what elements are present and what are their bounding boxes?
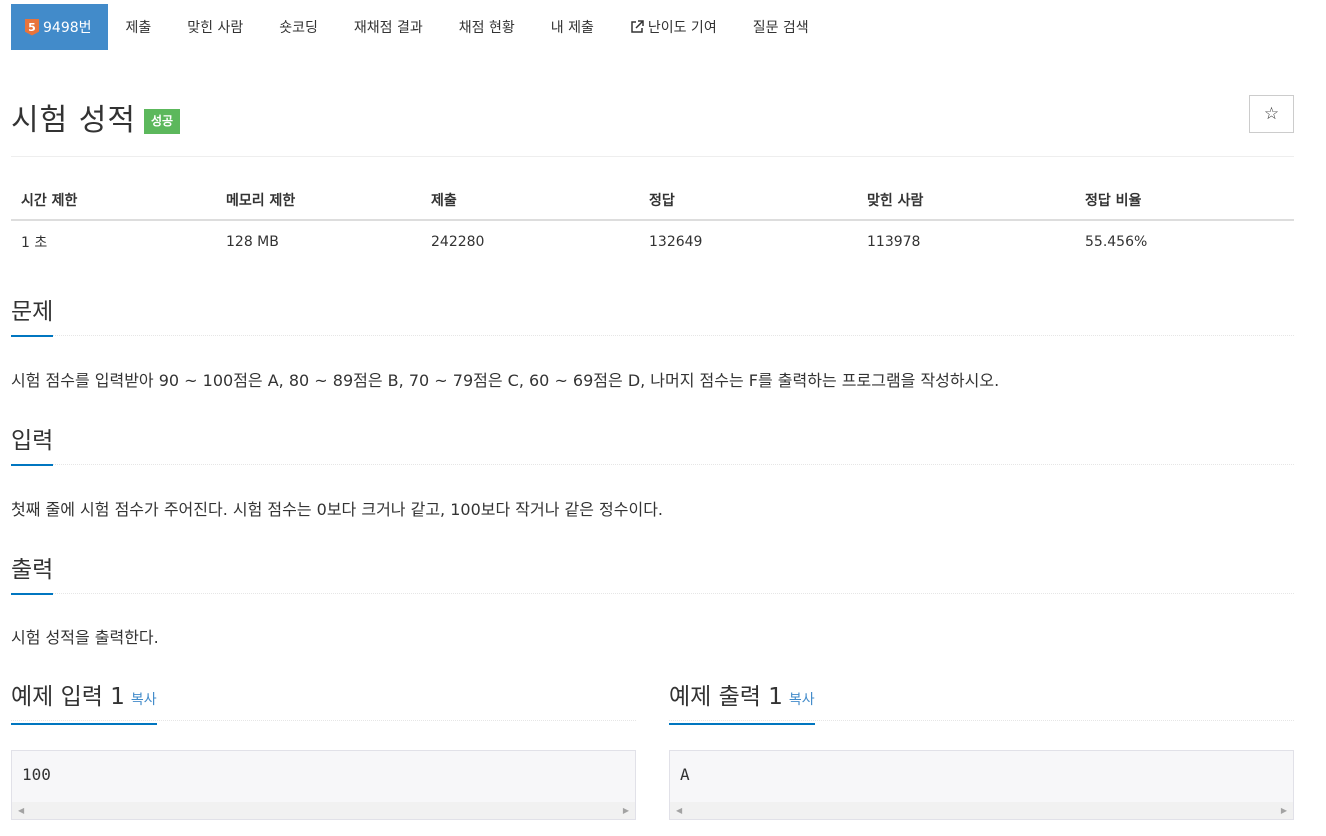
scroll-left-icon[interactable]: ◀ <box>18 806 24 815</box>
tab-problem-label: 9498번 <box>43 20 92 36</box>
star-icon: ☆ <box>1263 104 1280 124</box>
scroll-left-icon[interactable]: ◀ <box>676 806 682 815</box>
sample-input-box[interactable]: 100 ◀ ▶ <box>11 750 636 820</box>
description-text: 시험 점수를 입력받아 90 ~ 100점은 A, 80 ~ 89점은 B, 7… <box>11 371 1000 390</box>
problem-info-table: 시간 제한 메모리 제한 제출 정답 맞힌 사람 정답 비율 1 초 128 M… <box>11 180 1294 263</box>
problem-menu: 5 9498번 제출 맞힌 사람 숏코딩 재채점 결과 채점 현황 내 제출 난… <box>11 4 827 50</box>
copy-sample-input-button[interactable]: 복사 <box>131 692 157 708</box>
output-text: 시험 성적을 출력한다. <box>11 628 159 647</box>
tab-my-submissions[interactable]: 내 제출 <box>533 4 612 50</box>
input-text: 첫째 줄에 시험 점수가 주어진다. 시험 점수는 0보다 크거나 같고, 10… <box>11 500 664 519</box>
sample-input-header: 예제 입력 1 복사 <box>11 681 636 725</box>
description-header: 문제 <box>11 296 1294 337</box>
header-accept-ratio: 정답 비율 <box>1075 180 1294 221</box>
value-accepted: 132649 <box>649 234 703 250</box>
tab-difficulty-contribution[interactable]: 난이도 기여 <box>612 4 735 50</box>
value-solved-users: 113978 <box>867 234 921 250</box>
header-memory-limit: 메모리 제한 <box>216 180 421 221</box>
output-heading: 출력 <box>11 555 54 595</box>
tab-rejudge-results[interactable]: 재채점 결과 <box>336 4 441 50</box>
header-solved-users: 맞힌 사람 <box>857 180 1075 221</box>
sample-output-box[interactable]: A ◀ ▶ <box>669 750 1294 820</box>
page-title: 시험 성적 <box>11 103 136 138</box>
sample-input-scrollbar[interactable]: ◀ ▶ <box>12 802 635 819</box>
scroll-right-icon[interactable]: ▶ <box>623 806 629 815</box>
tab-short-coding[interactable]: 숏코딩 <box>261 4 336 50</box>
input-header: 입력 <box>11 425 1294 466</box>
value-accept-ratio: 55.456% <box>1085 234 1148 250</box>
output-header: 출력 <box>11 554 1294 595</box>
description-heading: 문제 <box>11 297 54 337</box>
tab-question-search[interactable]: 질문 검색 <box>735 4 827 50</box>
value-memory-limit: 128 MB <box>226 234 279 250</box>
problem-header: 시험 성적 성공 ☆ <box>11 95 1294 145</box>
external-link-icon <box>631 20 644 33</box>
sample-input-title: 예제 입력 1 <box>11 684 125 710</box>
tab-submit[interactable]: 제출 <box>108 4 170 50</box>
tab-problem[interactable]: 5 9498번 <box>11 4 108 50</box>
header-submissions: 제출 <box>421 180 639 221</box>
tier-badge-icon: 5 <box>25 18 39 36</box>
status-badge: 성공 <box>144 109 181 134</box>
star-button[interactable]: ☆ <box>1249 95 1294 133</box>
sample-output-content: A <box>680 765 690 784</box>
tab-difficulty-label: 난이도 기여 <box>647 20 717 36</box>
tab-judge-status[interactable]: 채점 현황 <box>441 4 533 50</box>
sample-output-scrollbar[interactable]: ◀ ▶ <box>670 802 1293 819</box>
sample-output-heading: 예제 출력 1 복사 <box>669 682 815 725</box>
header-time-limit: 시간 제한 <box>11 180 216 221</box>
sample-output-header: 예제 출력 1 복사 <box>669 681 1294 725</box>
table-row: 1 초 128 MB 242280 132649 113978 55.456% <box>11 220 1294 263</box>
sample-input-content: 100 <box>22 765 51 784</box>
value-time-limit: 1 초 <box>21 235 48 251</box>
tab-solved-users[interactable]: 맞힌 사람 <box>169 4 261 50</box>
scroll-right-icon[interactable]: ▶ <box>1281 806 1287 815</box>
header-accepted: 정답 <box>639 180 857 221</box>
input-heading: 입력 <box>11 426 54 466</box>
copy-sample-output-button[interactable]: 복사 <box>789 692 815 708</box>
title-divider <box>11 156 1294 157</box>
sample-output-title: 예제 출력 1 <box>669 684 783 710</box>
table-header-row: 시간 제한 메모리 제한 제출 정답 맞힌 사람 정답 비율 <box>11 180 1294 221</box>
sample-input-heading: 예제 입력 1 복사 <box>11 682 157 725</box>
value-submissions: 242280 <box>431 234 485 250</box>
